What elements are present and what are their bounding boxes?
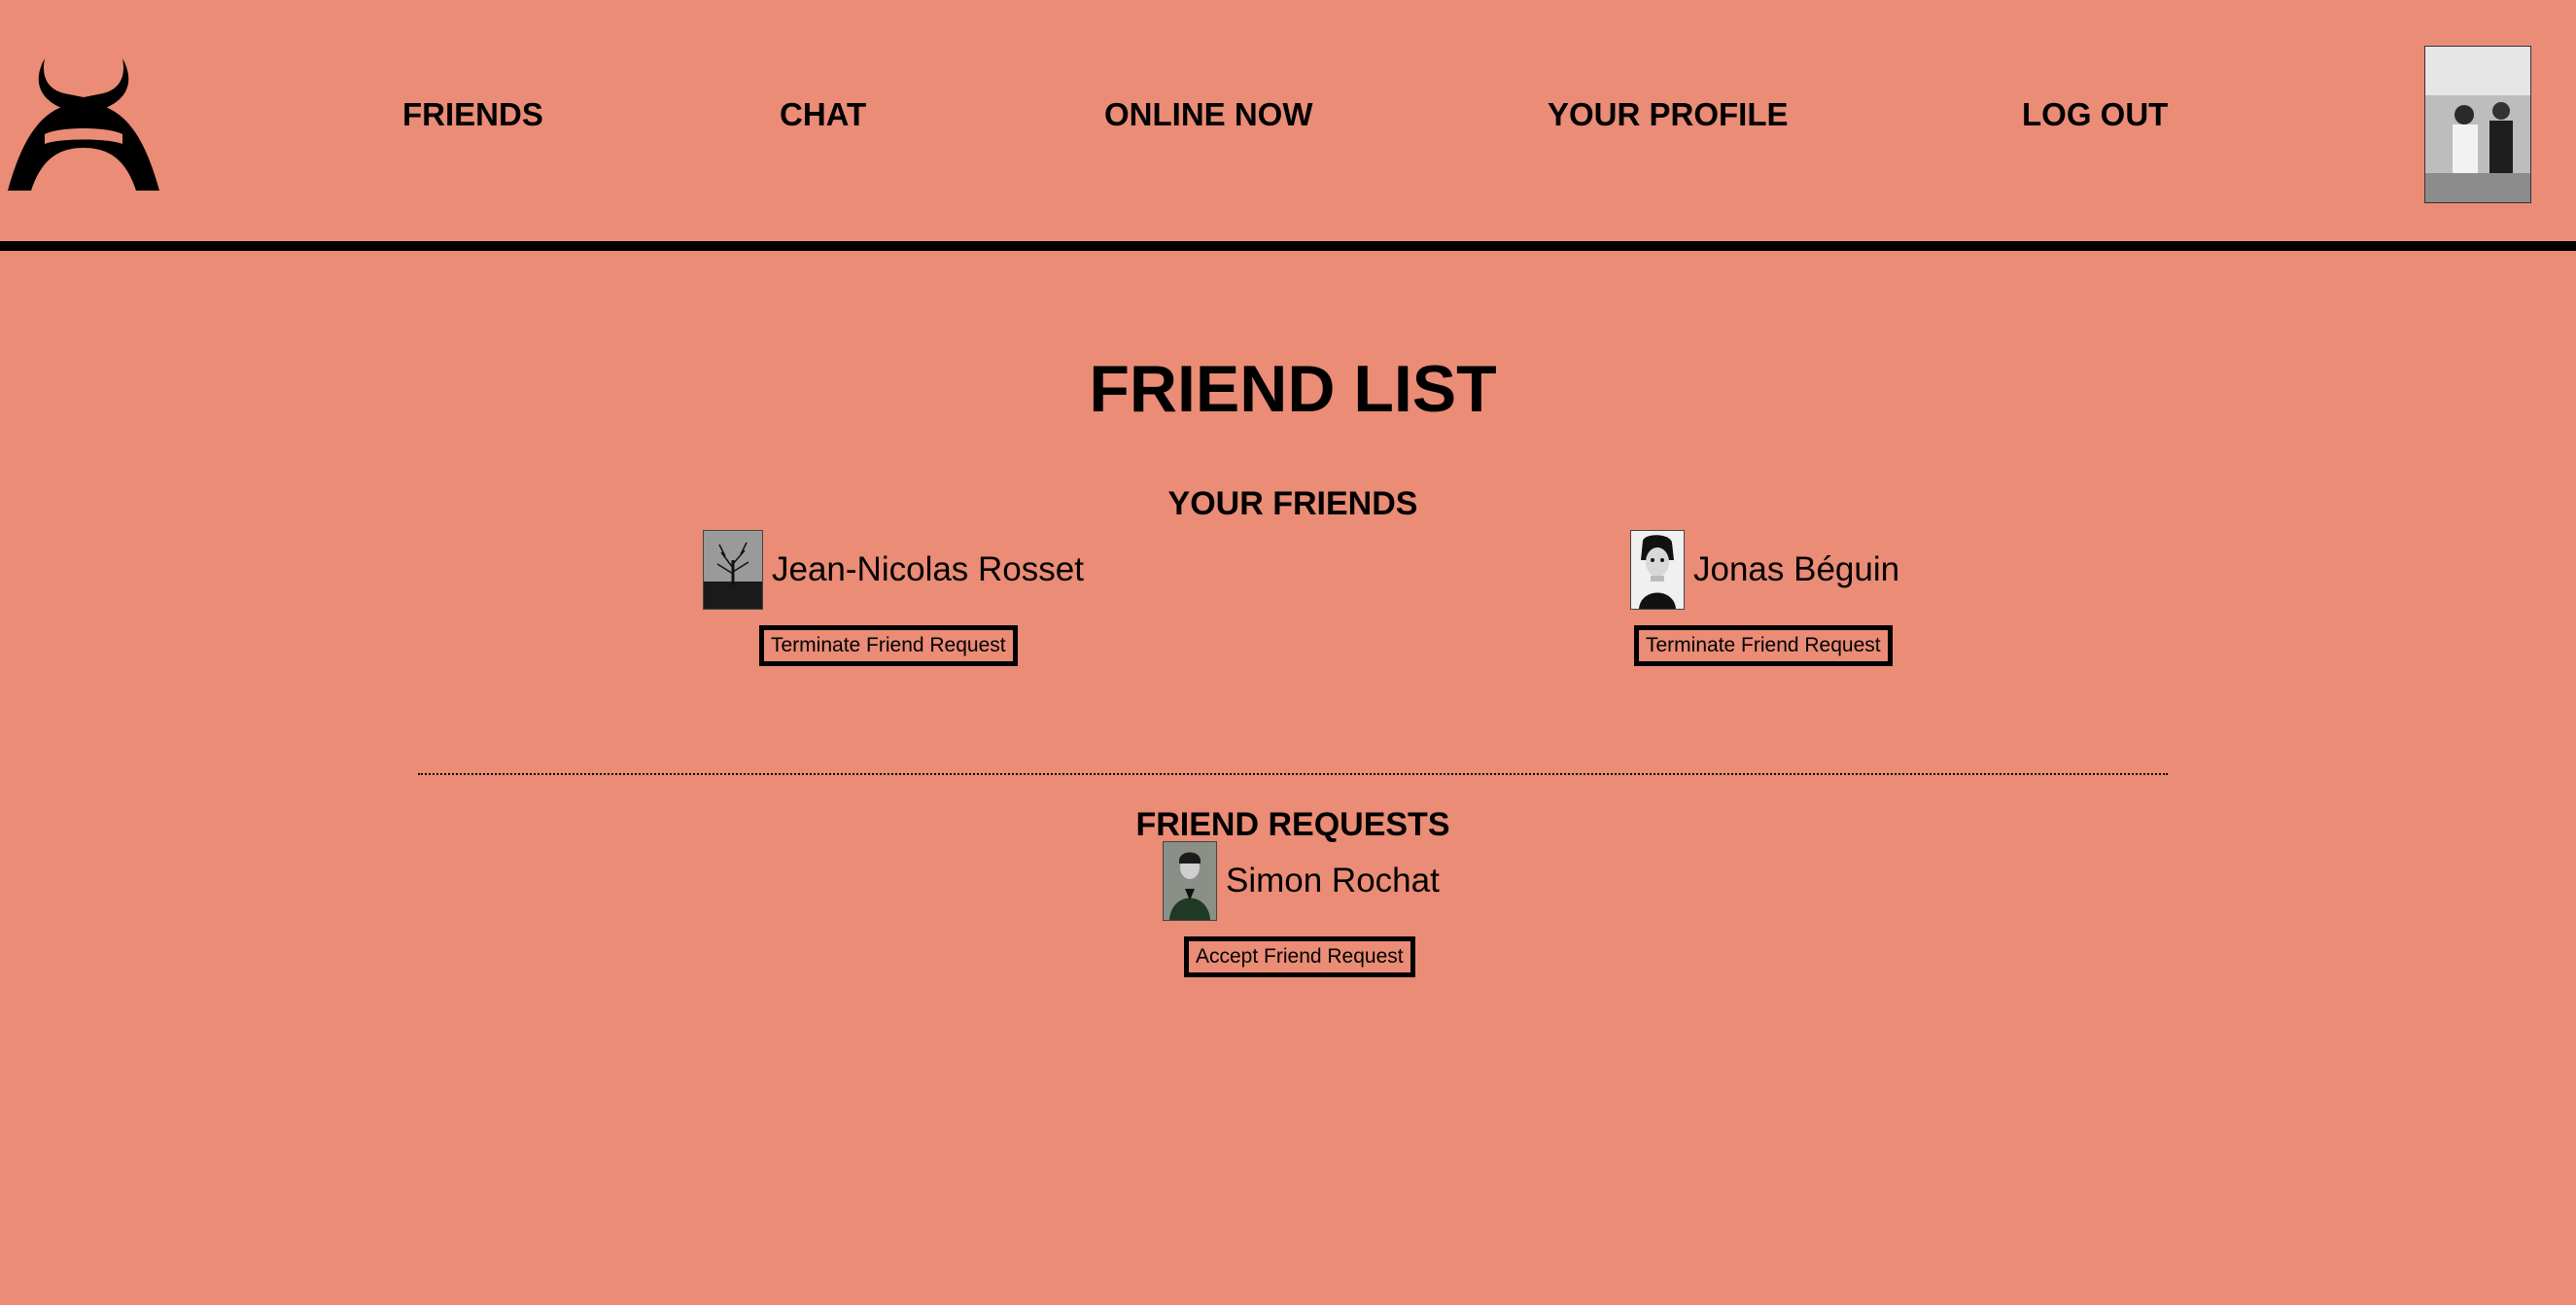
terminate-friend-button[interactable]: Terminate Friend Request xyxy=(759,625,1018,666)
nav-online-now[interactable]: ONLINE NOW xyxy=(1104,95,1312,134)
horned-helmet-logo-icon[interactable] xyxy=(6,56,161,193)
nav-friends[interactable]: FRIENDS xyxy=(402,95,543,134)
friend-card: Jean-Nicolas Rosset xyxy=(703,530,1084,610)
friend-card: Jonas Béguin xyxy=(1630,530,1899,610)
nav-log-out[interactable]: LOG OUT xyxy=(2022,95,2168,134)
friend-requests-heading: FRIEND REQUESTS xyxy=(1135,806,1450,843)
nav-chat[interactable]: CHAT xyxy=(780,95,866,134)
request-photo-portrait-icon[interactable] xyxy=(1163,841,1217,921)
nav-your-profile[interactable]: YOUR PROFILE xyxy=(1548,95,1789,134)
accept-friend-button[interactable]: Accept Friend Request xyxy=(1184,936,1415,977)
terminate-friend-button[interactable]: Terminate Friend Request xyxy=(1634,625,1893,666)
friend-photo-portrait-icon[interactable] xyxy=(1630,530,1685,610)
user-avatar[interactable] xyxy=(2424,46,2531,203)
request-card: Simon Rochat xyxy=(1163,841,1440,921)
request-name[interactable]: Simon Rochat xyxy=(1226,862,1440,900)
your-friends-heading: YOUR FRIENDS xyxy=(1167,485,1418,522)
page-title: FRIEND LIST xyxy=(1089,352,1497,426)
site-header: FRIENDS CHAT ONLINE NOW YOUR PROFILE LOG… xyxy=(0,0,2576,251)
avatar-photo-icon xyxy=(2425,47,2530,202)
section-divider xyxy=(418,773,2168,775)
friend-name[interactable]: Jonas Béguin xyxy=(1693,550,1899,589)
friend-photo-tree-icon[interactable] xyxy=(703,530,763,610)
friend-name[interactable]: Jean-Nicolas Rosset xyxy=(772,550,1084,589)
